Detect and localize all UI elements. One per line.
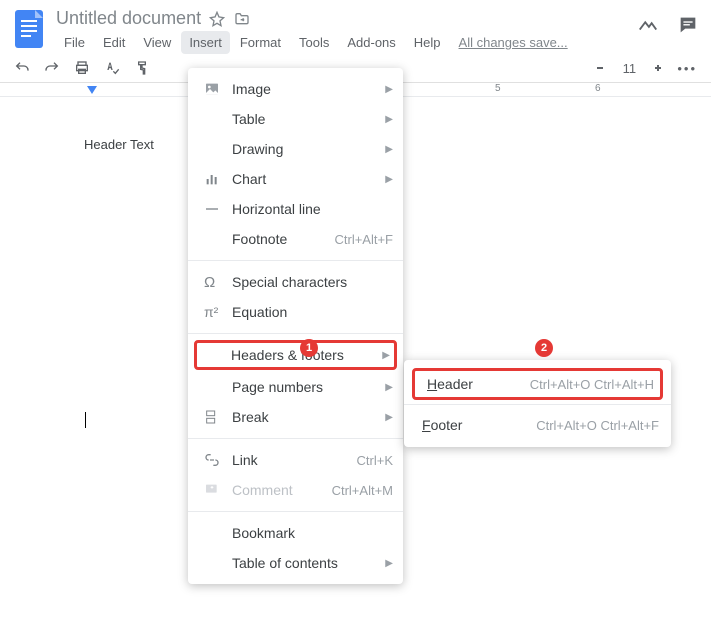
menu-item-special-characters[interactable]: Ω Special characters [188, 267, 403, 297]
menu-item-headers-footers[interactable]: Headers & footers ▶ [194, 340, 397, 370]
indent-marker-icon[interactable] [86, 85, 98, 97]
star-icon[interactable] [209, 11, 225, 27]
annotation-badge-2: 2 [535, 339, 553, 357]
menubar: File Edit View Insert Format Tools Add-o… [56, 31, 637, 54]
menu-item-footnote[interactable]: Footnote Ctrl+Alt+F [188, 224, 403, 254]
paint-format-icon[interactable] [134, 60, 150, 76]
menu-format[interactable]: Format [232, 31, 289, 54]
separator [188, 333, 403, 334]
menu-item-horizontal-line[interactable]: Horizontal line [188, 194, 403, 224]
ruler-tick: 6 [595, 83, 601, 94]
menu-item-page-numbers[interactable]: Page numbers ▶ [188, 372, 403, 402]
menu-tools[interactable]: Tools [291, 31, 337, 54]
move-folder-icon[interactable] [233, 11, 251, 27]
shortcut: Ctrl+Alt+F [334, 232, 393, 247]
toolbar-more-icon[interactable]: ••• [677, 61, 697, 76]
menu-view[interactable]: View [135, 31, 179, 54]
label: Footer [422, 417, 536, 433]
docs-logo-icon[interactable] [12, 8, 48, 50]
submenu-arrow-icon: ▶ [385, 84, 393, 95]
menu-item-drawing[interactable]: Drawing ▶ [188, 134, 403, 164]
title-row: Untitled document [56, 8, 637, 29]
label: Equation [232, 304, 393, 320]
comment-history-icon[interactable] [677, 14, 699, 36]
document-header-text[interactable]: Header Text [84, 137, 154, 152]
menu-item-equation[interactable]: π² Equation [188, 297, 403, 327]
shortcut: Ctrl+Alt+M [332, 483, 393, 498]
headers-footers-submenu: Header Ctrl+Alt+O Ctrl+Alt+H Footer Ctrl… [404, 360, 671, 447]
document-title[interactable]: Untitled document [56, 8, 201, 29]
label: Comment [232, 482, 332, 498]
submenu-arrow-icon: ▶ [385, 174, 393, 185]
label: Link [232, 452, 357, 468]
save-status[interactable]: All changes save... [451, 31, 576, 54]
label: Image [232, 81, 385, 97]
separator [188, 260, 403, 261]
undo-icon[interactable] [14, 60, 30, 76]
text-cursor [85, 412, 86, 428]
print-icon[interactable] [74, 60, 90, 76]
header-actions [637, 8, 699, 36]
label: Table [232, 111, 385, 127]
font-size-value[interactable]: 11 [619, 61, 639, 76]
submenu-item-header[interactable]: Header Ctrl+Alt+O Ctrl+Alt+H [412, 368, 663, 400]
ruler-tick: 5 [495, 83, 501, 94]
separator [188, 511, 403, 512]
menu-item-image[interactable]: Image ▶ [188, 74, 403, 104]
font-size-increase-icon[interactable] [653, 63, 663, 73]
submenu-arrow-icon: ▶ [382, 350, 390, 361]
activity-icon[interactable] [637, 14, 659, 36]
submenu-item-footer[interactable]: Footer Ctrl+Alt+O Ctrl+Alt+F [404, 409, 671, 441]
label: Chart [232, 171, 385, 187]
shortcut: Ctrl+K [357, 453, 393, 468]
shortcut: Ctrl+Alt+O Ctrl+Alt+H [530, 377, 654, 392]
label: Header [427, 376, 530, 392]
label: Horizontal line [232, 201, 393, 217]
label: Page numbers [232, 379, 385, 395]
annotation-badge-1: 1 [300, 339, 318, 357]
menu-item-table-of-contents[interactable]: Table of contents ▶ [188, 548, 403, 578]
submenu-arrow-icon: ▶ [385, 114, 393, 125]
submenu-arrow-icon: ▶ [385, 144, 393, 155]
title-block: Untitled document File Edit View Insert … [56, 8, 637, 54]
menu-item-comment: Comment Ctrl+Alt+M [188, 475, 403, 505]
menu-item-link[interactable]: Link Ctrl+K [188, 445, 403, 475]
break-icon [204, 409, 232, 425]
image-icon [204, 81, 232, 97]
menu-addons[interactable]: Add-ons [339, 31, 403, 54]
menu-item-table[interactable]: Table ▶ [188, 104, 403, 134]
label: Break [232, 409, 385, 425]
omega-icon: Ω [204, 274, 232, 291]
insert-menu-dropdown: Image ▶ Table ▶ Drawing ▶ Chart ▶ Horizo… [188, 68, 403, 584]
label: Drawing [232, 141, 385, 157]
separator [188, 438, 403, 439]
label: Bookmark [232, 525, 393, 541]
shortcut: Ctrl+Alt+O Ctrl+Alt+F [536, 418, 659, 433]
menu-item-bookmark[interactable]: Bookmark [188, 518, 403, 548]
spellcheck-icon[interactable] [104, 60, 120, 76]
redo-icon[interactable] [44, 60, 60, 76]
separator [404, 404, 671, 405]
comment-add-icon [204, 482, 232, 498]
menu-insert[interactable]: Insert [181, 31, 230, 54]
link-icon [204, 452, 232, 468]
menu-edit[interactable]: Edit [95, 31, 133, 54]
app-header: Untitled document File Edit View Insert … [0, 0, 711, 54]
menu-item-break[interactable]: Break ▶ [188, 402, 403, 432]
submenu-arrow-icon: ▶ [385, 558, 393, 569]
font-size-decrease-icon[interactable] [595, 63, 605, 73]
chart-icon [204, 171, 232, 187]
label: Table of contents [232, 555, 385, 571]
label: Footnote [232, 231, 334, 247]
label: Special characters [232, 274, 393, 290]
menu-file[interactable]: File [56, 31, 93, 54]
menu-help[interactable]: Help [406, 31, 449, 54]
horizontal-line-icon [204, 201, 232, 217]
menu-item-chart[interactable]: Chart ▶ [188, 164, 403, 194]
submenu-arrow-icon: ▶ [385, 382, 393, 393]
pi-icon: π² [204, 304, 232, 320]
submenu-arrow-icon: ▶ [385, 412, 393, 423]
